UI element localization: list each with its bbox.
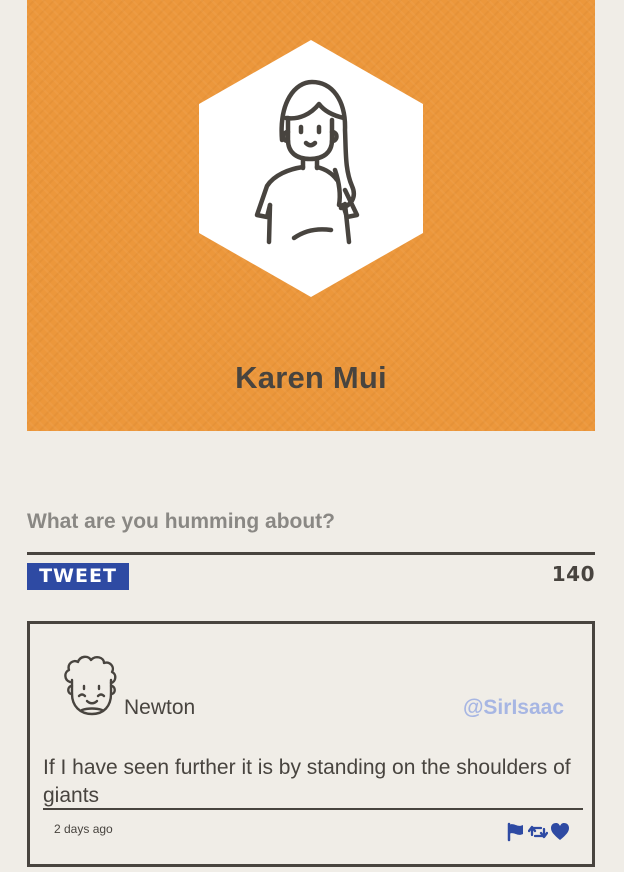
profile-name: Karen Mui	[235, 360, 387, 395]
heart-icon[interactable]	[550, 822, 570, 842]
flag-icon[interactable]	[506, 822, 526, 842]
compose-input[interactable]	[27, 494, 595, 550]
retweet-icon[interactable]	[528, 822, 548, 842]
man-curly-hair-avatar-icon[interactable]	[58, 652, 126, 720]
char-counter: 140	[551, 562, 595, 586]
tweet-text: If I have seen further it is by standing…	[43, 756, 571, 807]
tweet-card: Newton @SirIsaac If I have seen further …	[27, 621, 595, 867]
tweet-author-name: Newton	[124, 696, 196, 719]
tweet-divider	[43, 808, 583, 810]
compose-divider	[27, 552, 595, 555]
tweet-button[interactable]: TWEET	[27, 563, 129, 590]
tweet-author-handle[interactable]: @SirIsaac	[463, 696, 564, 720]
tweet-timestamp: 2 days ago	[54, 822, 113, 836]
tweet-actions	[506, 822, 570, 842]
avatar	[199, 40, 423, 297]
profile-card: Karen Mui	[27, 0, 595, 431]
